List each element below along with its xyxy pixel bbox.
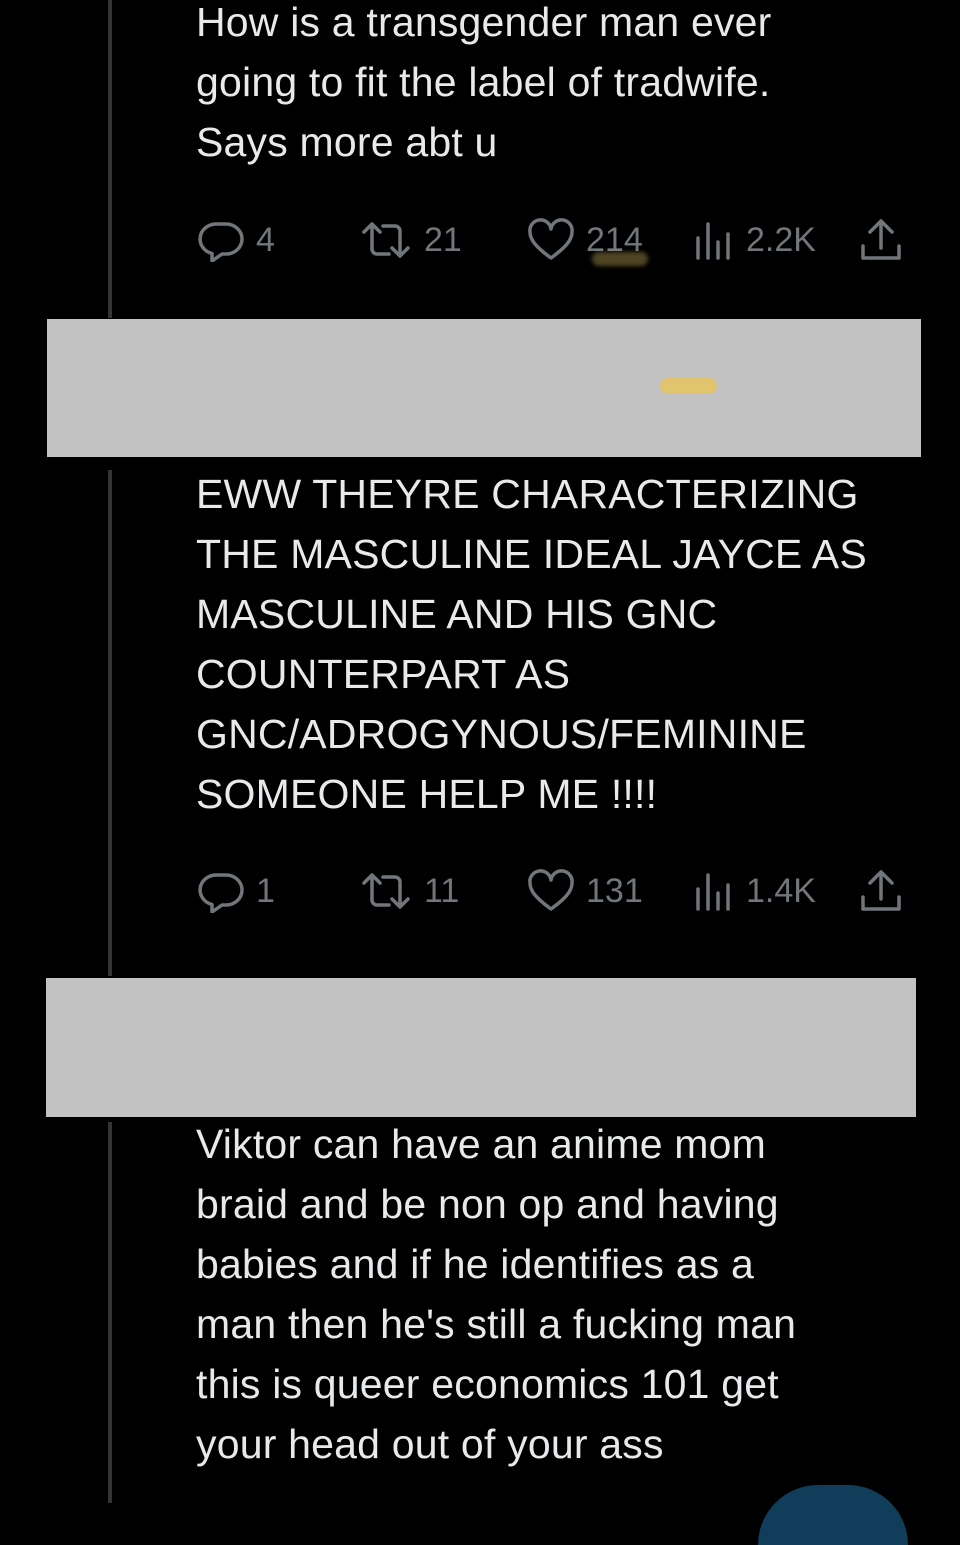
share-button[interactable] bbox=[858, 216, 904, 264]
reply-button[interactable]: 1 bbox=[196, 867, 275, 915]
reply-count: 4 bbox=[256, 221, 275, 259]
highlighter-mark bbox=[660, 378, 717, 394]
views-button[interactable]: 1.4K bbox=[692, 867, 816, 915]
retweet-icon bbox=[362, 873, 410, 909]
like-icon bbox=[528, 869, 574, 911]
retweet-button[interactable]: 11 bbox=[358, 867, 459, 915]
reply-icon bbox=[198, 873, 244, 913]
tweet-text: How is a transgender man ever going to f… bbox=[196, 0, 772, 165]
reply-count: 1 bbox=[256, 872, 275, 910]
views-count: 1.4K bbox=[746, 872, 816, 910]
like-button[interactable]: 131 bbox=[526, 867, 643, 915]
views-button[interactable]: 2.2K bbox=[692, 216, 816, 264]
tweet-actions: 1 11 131 1.4K bbox=[196, 867, 906, 915]
retweet-icon bbox=[362, 222, 410, 258]
compose-button[interactable] bbox=[758, 1485, 908, 1545]
share-button[interactable] bbox=[858, 867, 904, 915]
tweet-actions: 4 21 214 2.2K bbox=[196, 216, 906, 264]
views-icon bbox=[696, 222, 730, 260]
views-icon bbox=[696, 873, 730, 911]
retweet-button[interactable]: 21 bbox=[358, 216, 462, 264]
retweet-count: 21 bbox=[424, 221, 462, 259]
share-icon bbox=[861, 870, 901, 911]
tweet-text: Viktor can have an anime mom braid and b… bbox=[196, 1121, 797, 1467]
reply-icon bbox=[198, 222, 244, 262]
share-icon bbox=[861, 219, 901, 260]
highlighter-mark bbox=[592, 252, 648, 266]
thread-line bbox=[108, 470, 112, 976]
redacted-header bbox=[46, 978, 916, 1117]
thread-line bbox=[108, 0, 112, 318]
tweet-text: EWW THEYRE CHARACTERIZING THE MASCULINE … bbox=[196, 471, 867, 817]
views-count: 2.2K bbox=[746, 221, 816, 259]
reply-button[interactable]: 4 bbox=[196, 216, 275, 264]
redacted-header bbox=[47, 319, 921, 457]
like-icon bbox=[528, 218, 574, 260]
retweet-count: 11 bbox=[424, 872, 460, 910]
like-count: 131 bbox=[586, 872, 643, 910]
thread-line bbox=[108, 1122, 112, 1503]
